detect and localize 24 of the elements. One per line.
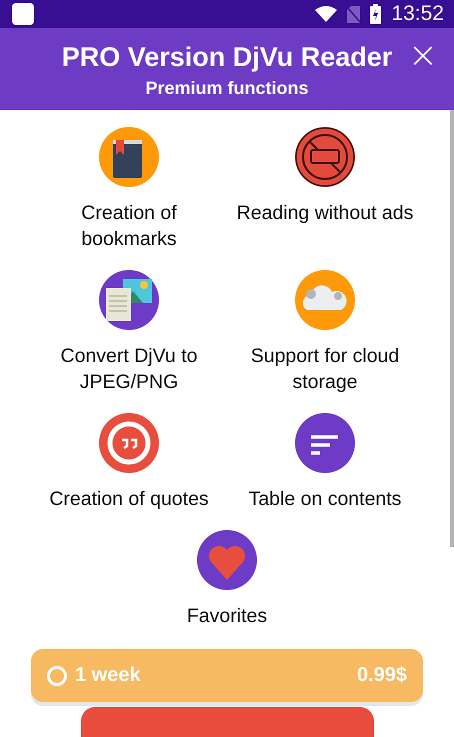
dialog-subtitle: Premium functions [145,78,309,99]
feature-label: Table on contents [248,487,402,512]
clock-time: 13:52 [391,2,444,26]
bookmark-icon [99,127,159,187]
feature-label: Creation of bookmarks [80,201,178,252]
feature-label: Convert DjVu to JPEG/PNG [60,344,198,395]
quote-icon [98,413,159,473]
favorite-icon [196,530,257,590]
dialog-title: PRO Version DjVu Reader [62,42,392,73]
feature-label: Creation of quotes [49,487,209,512]
toc-icon [294,413,355,473]
purchase-button[interactable] [80,707,374,737]
convert-icon [99,270,159,330]
cloud-icon [295,270,355,330]
feature-label: Support for cloud storage [250,344,400,395]
wifi-icon [315,6,338,22]
feature-label: Favorites [186,604,268,629]
radio-button[interactable] [47,666,67,686]
feature-label: Reading without ads [236,201,414,226]
app-icon [12,3,34,26]
battery-icon [370,4,382,24]
close-button[interactable]: × [404,38,442,74]
no-ads-icon [294,127,355,187]
no-sim-icon [347,6,360,23]
